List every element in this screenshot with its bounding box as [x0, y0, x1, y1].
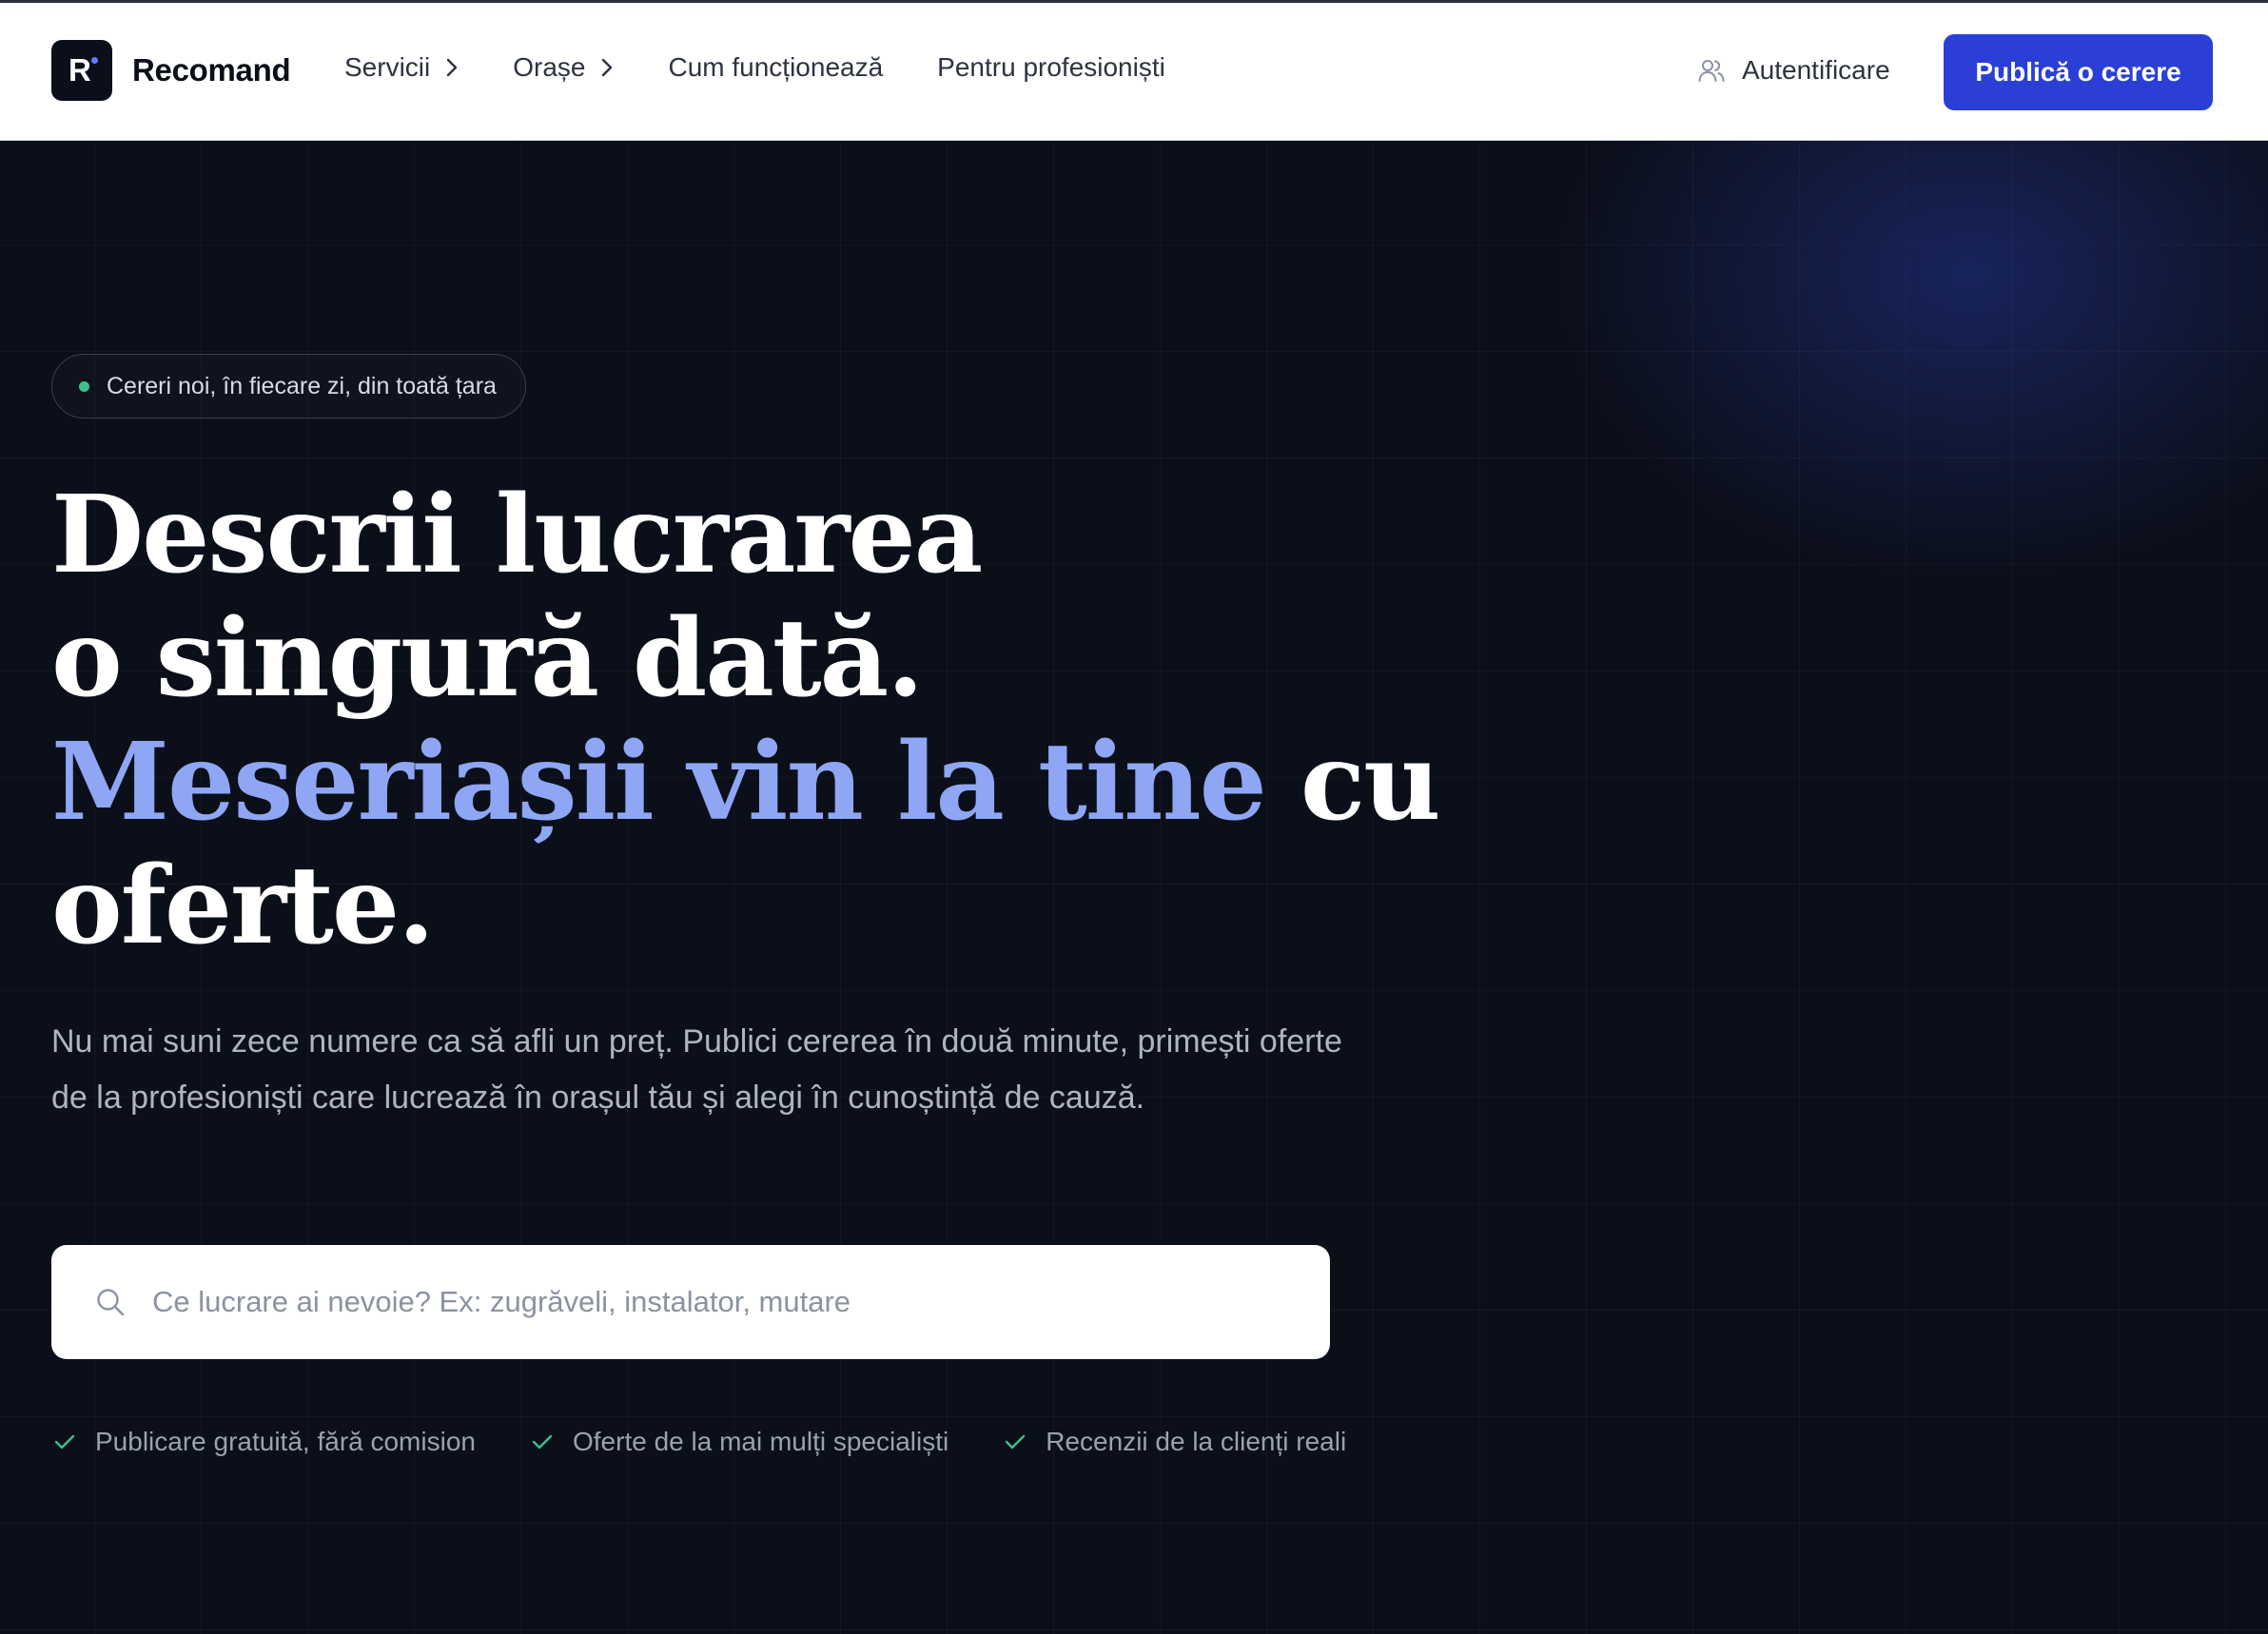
check-icon: [1006, 1434, 1026, 1449]
feature-item: Recenzii de la clienți reali: [1004, 1427, 1346, 1457]
brand-logo-link[interactable]: R Recomand: [51, 40, 291, 101]
check-icon: [54, 1434, 75, 1449]
check-icon: [532, 1434, 553, 1449]
logo-icon: R: [51, 40, 112, 101]
headline-line-3-rest: cu: [1264, 720, 1441, 845]
brand-name: Recomand: [132, 52, 291, 88]
nav-item-label: Pentru profesioniști: [937, 52, 1165, 82]
publish-request-button[interactable]: Publică o cerere: [1944, 34, 2213, 110]
search-icon: [97, 1289, 125, 1316]
nav-item-label: Orașe: [513, 52, 586, 82]
nav-item-orase[interactable]: Orașe: [513, 52, 614, 83]
chevron-right-icon: [602, 58, 613, 77]
nav-item-label: Servicii: [344, 52, 431, 82]
main-nav: Servicii Orașe Cum funcționează Pentru p…: [344, 52, 1220, 83]
login-label: Autentificare: [1742, 55, 1890, 85]
logo-letter: R: [68, 52, 91, 88]
headline-line-2: o singură dată.: [51, 596, 924, 721]
hero-headline: Descrii lucrarea o singură dată. Meseria…: [51, 473, 1441, 968]
live-dot-icon: [79, 380, 89, 392]
status-badge: Cereri noi, în fiecare zi, din toată țar…: [51, 354, 526, 418]
feature-label: Publicare gratuită, fără comision: [95, 1427, 476, 1456]
headline-line-1: Descrii lucrarea: [51, 473, 983, 597]
users-icon: [1698, 60, 1725, 82]
hero-section: Cereri noi, în fiecare zi, din toată țar…: [0, 141, 2268, 1634]
top-navbar: R Recomand Servicii Orașe Cum funcționea…: [0, 0, 2268, 141]
hero-subtitle: Nu mai suni zece numere ca să afli un pr…: [51, 1023, 1342, 1116]
nav-item-label: Cum funcționează: [668, 52, 884, 82]
nav-item-servicii[interactable]: Servicii: [344, 52, 459, 83]
search-input[interactable]: [152, 1285, 1294, 1319]
nav-item-cum-functioneaza[interactable]: Cum funcționează: [668, 52, 883, 83]
logo-dot: [91, 57, 98, 64]
chevron-right-icon: [447, 58, 458, 77]
headline-line-4: oferte.: [51, 844, 435, 968]
feature-item: Oferte de la mai mulți specialiști: [531, 1427, 948, 1457]
feature-label: Recenzii de la clienți reali: [1046, 1427, 1347, 1456]
search-box[interactable]: [51, 1245, 1330, 1359]
headline-accent: Meseriașii vin la tine: [51, 720, 1267, 845]
badge-text: Cereri noi, în fiecare zi, din toată țar…: [107, 372, 497, 399]
nav-item-pentru-profesionisti[interactable]: Pentru profesioniști: [937, 52, 1165, 83]
login-link[interactable]: Autentificare: [1698, 55, 1890, 86]
feature-item: Publicare gratuită, fără comision: [53, 1427, 476, 1457]
feature-label: Oferte de la mai mulți specialiști: [572, 1427, 949, 1456]
feature-list: Publicare gratuită, fără comision Oferte…: [53, 1427, 1401, 1457]
